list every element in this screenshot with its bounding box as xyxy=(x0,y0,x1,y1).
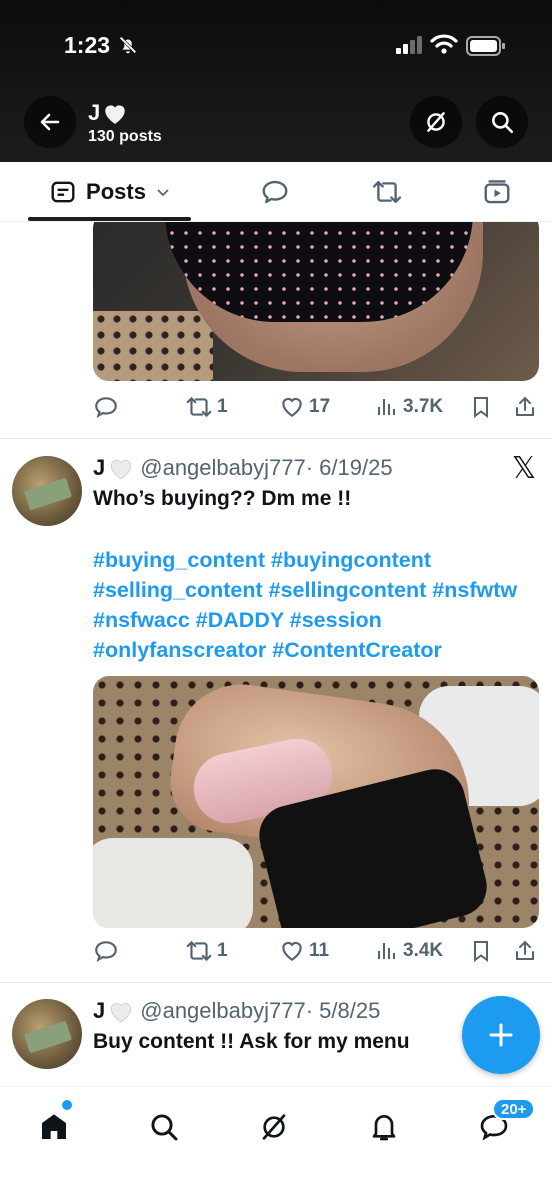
reply-icon xyxy=(95,941,117,962)
repost-button[interactable]: 1 xyxy=(185,936,228,966)
share-button[interactable] xyxy=(513,392,537,422)
status-bar: 1:23 xyxy=(0,0,552,90)
reply-button[interactable] xyxy=(93,936,123,966)
post-actions: 1 11 3.4K xyxy=(93,936,539,966)
post-text: Buy content !! Ask for my menu xyxy=(93,1030,410,1053)
home-unread-dot xyxy=(62,1100,72,1110)
post-hashtags[interactable]: #buying_content #buyingcontent #selling_… xyxy=(93,545,533,665)
bookmark-icon xyxy=(474,941,488,962)
avatar[interactable] xyxy=(12,999,82,1069)
messages-badge: 20+ xyxy=(492,1098,536,1120)
nav-home[interactable] xyxy=(28,1101,80,1153)
white-heart-icon xyxy=(111,1003,132,1023)
author-handle[interactable]: @angelbabyj777 xyxy=(140,998,305,1024)
battery-icon xyxy=(466,36,505,56)
post-date: · 6/19/25 xyxy=(305,455,393,480)
views-button[interactable]: 3.7K xyxy=(375,392,443,422)
chevron-down-icon xyxy=(157,189,169,197)
wifi-icon xyxy=(430,34,458,54)
views-button[interactable]: 3.4K xyxy=(375,936,443,966)
signal-icon xyxy=(396,36,422,54)
repost-icon xyxy=(186,940,212,962)
x-logo-icon[interactable]: 𝕏 xyxy=(512,451,536,486)
post-text: Who’s buying?? Dm me !! xyxy=(93,487,352,510)
status-time: 1:23 xyxy=(64,32,111,58)
post-actions: 1 17 3.7K xyxy=(93,392,539,422)
avatar[interactable] xyxy=(12,456,82,526)
repost-button[interactable]: 1 xyxy=(185,392,228,422)
bell-icon xyxy=(372,1115,396,1141)
search-icon xyxy=(492,112,514,134)
bookmark-button[interactable] xyxy=(469,936,493,966)
white-heart-icon xyxy=(105,105,125,124)
tab-posts-label: Posts xyxy=(86,179,146,204)
video-icon xyxy=(484,180,510,204)
search-button[interactable] xyxy=(476,96,528,148)
views-icon xyxy=(378,399,395,415)
nav-grok[interactable] xyxy=(248,1101,300,1153)
repost-icon xyxy=(372,180,402,204)
post-header: J @angelbabyj777 · 6/19/25 xyxy=(93,455,393,481)
share-icon xyxy=(516,396,534,416)
share-button[interactable] xyxy=(513,936,537,966)
bottom-nav xyxy=(0,1086,552,1200)
profile-tabs: Posts xyxy=(0,162,552,222)
author-name[interactable]: J xyxy=(93,455,105,481)
reply-button[interactable] xyxy=(93,392,123,422)
post-divider xyxy=(0,438,552,439)
repost-icon xyxy=(186,396,212,418)
reply-icon xyxy=(262,180,288,204)
reply-icon xyxy=(95,397,117,418)
arrow-left-icon xyxy=(40,113,60,131)
views-icon xyxy=(378,943,395,959)
active-tab-indicator xyxy=(28,217,191,221)
post-image[interactable] xyxy=(93,222,539,381)
back-button[interactable] xyxy=(24,96,76,148)
compose-button[interactable] xyxy=(462,996,540,1074)
author-handle[interactable]: @angelbabyj777 xyxy=(140,455,305,481)
profile-topbar: J 130 posts xyxy=(0,92,552,154)
home-icon xyxy=(42,1114,66,1139)
grok-button[interactable] xyxy=(410,96,462,148)
post-header: J @angelbabyj777 · 5/8/25 xyxy=(93,998,380,1024)
like-button[interactable]: 17 xyxy=(279,392,330,422)
search-icon xyxy=(151,1114,178,1141)
profile-header: 1:23 J 130 posts xyxy=(0,0,552,162)
post-divider xyxy=(0,982,552,983)
tab-reposts[interactable] xyxy=(356,162,418,222)
profile-name: J xyxy=(88,100,128,126)
tab-replies[interactable] xyxy=(244,162,306,222)
heart-icon xyxy=(282,941,302,961)
share-icon xyxy=(516,940,534,960)
author-name[interactable]: J xyxy=(93,998,105,1024)
white-heart-icon xyxy=(111,460,132,480)
tab-media[interactable] xyxy=(466,162,528,222)
grok-icon xyxy=(427,112,445,132)
like-button[interactable]: 11 xyxy=(279,936,329,966)
posts-icon xyxy=(51,181,75,203)
post-count: 130 posts xyxy=(88,128,162,145)
feed: 1 17 3.7K J @angelbabyj777 · 6/19/25 𝕏 W… xyxy=(0,222,552,1086)
bookmark-icon xyxy=(474,397,488,418)
grok-icon xyxy=(262,1114,286,1140)
bell-off-icon xyxy=(119,36,137,54)
bookmark-button[interactable] xyxy=(469,392,493,422)
post-image[interactable] xyxy=(93,676,539,928)
nav-search[interactable] xyxy=(138,1101,190,1153)
plus-icon xyxy=(489,1023,513,1047)
nav-notifications[interactable] xyxy=(358,1101,410,1153)
post-date: · 5/8/25 xyxy=(305,998,381,1023)
heart-icon xyxy=(282,397,302,417)
tab-posts[interactable]: Posts xyxy=(28,162,192,222)
